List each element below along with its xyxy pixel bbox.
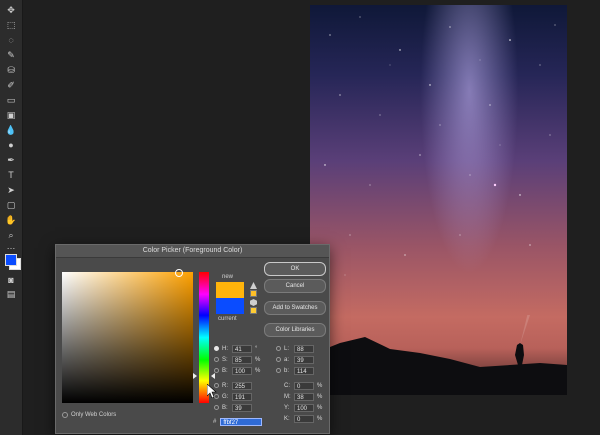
lab-a-radio[interactable] (276, 357, 281, 362)
lab-l-label: L: (284, 345, 290, 352)
saturation-unit: % (255, 356, 261, 363)
blue-label: B: (222, 404, 228, 411)
brightness-field[interactable]: 100 (232, 366, 252, 375)
screen-mode-icon[interactable]: ▤ (4, 288, 18, 300)
quick-mask-icon[interactable]: ◙ (4, 274, 18, 286)
lab-b-row: b: 114 (276, 366, 314, 375)
clone-stamp-tool-icon[interactable]: ⛁ (4, 64, 18, 76)
blue-radio[interactable] (214, 405, 219, 410)
pen-tool-icon[interactable]: ✒ (4, 154, 18, 166)
lab-a-row: a: 39 (276, 355, 314, 364)
saturation-radio[interactable] (214, 357, 219, 362)
foreground-color-swatch[interactable] (5, 254, 17, 266)
type-tool-icon[interactable]: T (4, 169, 18, 181)
hex-row: # ffbf27 (213, 417, 263, 427)
lasso-tool-icon[interactable]: ◌ (4, 34, 18, 46)
cancel-button[interactable]: Cancel (264, 279, 326, 293)
saturation-row: S: 85 % (214, 355, 263, 364)
lab-b-label: b: (284, 367, 290, 374)
only-web-colors-label: Only Web Colors (71, 412, 117, 418)
gamut-color-swatch[interactable] (250, 290, 257, 297)
magenta-row: M: 38 % (284, 392, 325, 401)
yellow-row: Y: 100 % (284, 403, 325, 412)
hand-tool-icon[interactable]: ✋ (4, 214, 18, 226)
yellow-unit: % (317, 404, 323, 411)
hex-prefix-label: # (213, 419, 217, 425)
saturation-brightness-field[interactable] (62, 269, 193, 403)
current-color-swatch[interactable] (216, 298, 244, 314)
web-safe-color-swatch[interactable] (250, 307, 257, 314)
green-field[interactable]: 191 (232, 392, 252, 401)
hex-color-input[interactable]: ffbf27 (220, 418, 263, 426)
blue-row: B: 39 (214, 403, 252, 412)
current-color-label: current (218, 316, 237, 322)
color-field-marker[interactable] (175, 269, 183, 277)
yellow-label: Y: (284, 404, 290, 411)
color-libraries-button[interactable]: Color Libraries (264, 323, 326, 337)
blur-tool-icon[interactable]: 💧 (4, 124, 18, 136)
yellow-field[interactable]: 100 (294, 403, 314, 412)
brightness-unit: % (255, 367, 261, 374)
add-to-swatches-button[interactable]: Add to Swatches (264, 301, 326, 315)
magenta-label: M: (284, 393, 291, 400)
brightness-radio[interactable] (214, 368, 219, 373)
document-image (310, 5, 567, 395)
out-of-gamut-warning-icon[interactable] (250, 282, 257, 289)
blue-field[interactable]: 39 (232, 403, 252, 412)
gradient-tool-icon[interactable]: ▣ (4, 109, 18, 121)
eraser-tool-icon[interactable]: ▭ (4, 94, 18, 106)
hue-unit: ° (255, 345, 258, 352)
lab-b-radio[interactable] (276, 368, 281, 373)
green-row: G: 191 (214, 392, 252, 401)
marquee-tool-icon[interactable]: ⬚ (4, 19, 18, 31)
lab-b-field[interactable]: 114 (294, 366, 314, 375)
hue-radio[interactable] (214, 346, 219, 351)
new-color-label: new (222, 274, 234, 280)
red-row: R: 255 (214, 381, 252, 390)
hue-row: H: 41 ° (214, 344, 263, 353)
green-label: G: (222, 393, 229, 400)
move-tool-icon[interactable]: ✥ (4, 4, 18, 16)
lab-l-row: L: 88 (276, 344, 314, 353)
only-web-colors-checkbox[interactable] (62, 412, 68, 418)
saturation-label: S: (222, 356, 228, 363)
black-label: K: (284, 415, 290, 422)
cyan-row: C: 0 % (284, 381, 325, 390)
tools-panel: ✥ ⬚ ◌ ✎ ⛁ ✐ ▭ ▣ 💧 ● ✒ T ➤ ▢ ✋ ⌕ … ◙ ▤ (0, 0, 23, 435)
saturation-field[interactable]: 85 (232, 355, 252, 364)
hue-label: H: (222, 345, 228, 352)
dodge-tool-icon[interactable]: ● (4, 139, 18, 151)
lab-a-label: a: (284, 356, 290, 363)
dialog-title: Color Picker (Foreground Color) (56, 245, 329, 258)
lab-l-radio[interactable] (276, 346, 281, 351)
black-row: K: 0 % (284, 414, 325, 423)
color-picker-dialog: Color Picker (Foreground Color) new curr… (55, 244, 330, 434)
brightness-row: B: 100 % (214, 366, 263, 375)
ok-button[interactable]: OK (264, 262, 326, 276)
black-field[interactable]: 0 (294, 414, 314, 423)
history-brush-tool-icon[interactable]: ✐ (4, 79, 18, 91)
cyan-label: C: (284, 382, 290, 389)
brush-tool-icon[interactable]: ✎ (4, 49, 18, 61)
red-label: R: (222, 382, 228, 389)
new-color-swatch (216, 282, 244, 298)
magenta-unit: % (317, 393, 323, 400)
shape-tool-icon[interactable]: ▢ (4, 199, 18, 211)
more-tools-icon[interactable]: … (4, 240, 18, 252)
hue-field[interactable]: 41 (232, 344, 252, 353)
mountain-silhouette (310, 315, 567, 395)
cyan-unit: % (317, 382, 323, 389)
path-selection-tool-icon[interactable]: ➤ (4, 184, 18, 196)
black-unit: % (317, 415, 323, 422)
hue-slider-left-arrow-icon[interactable] (193, 373, 197, 379)
magenta-field[interactable]: 38 (294, 392, 314, 401)
lab-l-field[interactable]: 88 (294, 344, 314, 353)
lab-a-field[interactable]: 39 (294, 355, 314, 364)
mouse-cursor-icon (207, 384, 217, 398)
cyan-field[interactable]: 0 (294, 381, 314, 390)
brightness-label: B: (222, 367, 228, 374)
not-web-safe-cube-icon[interactable] (250, 299, 257, 306)
red-field[interactable]: 255 (232, 381, 252, 390)
